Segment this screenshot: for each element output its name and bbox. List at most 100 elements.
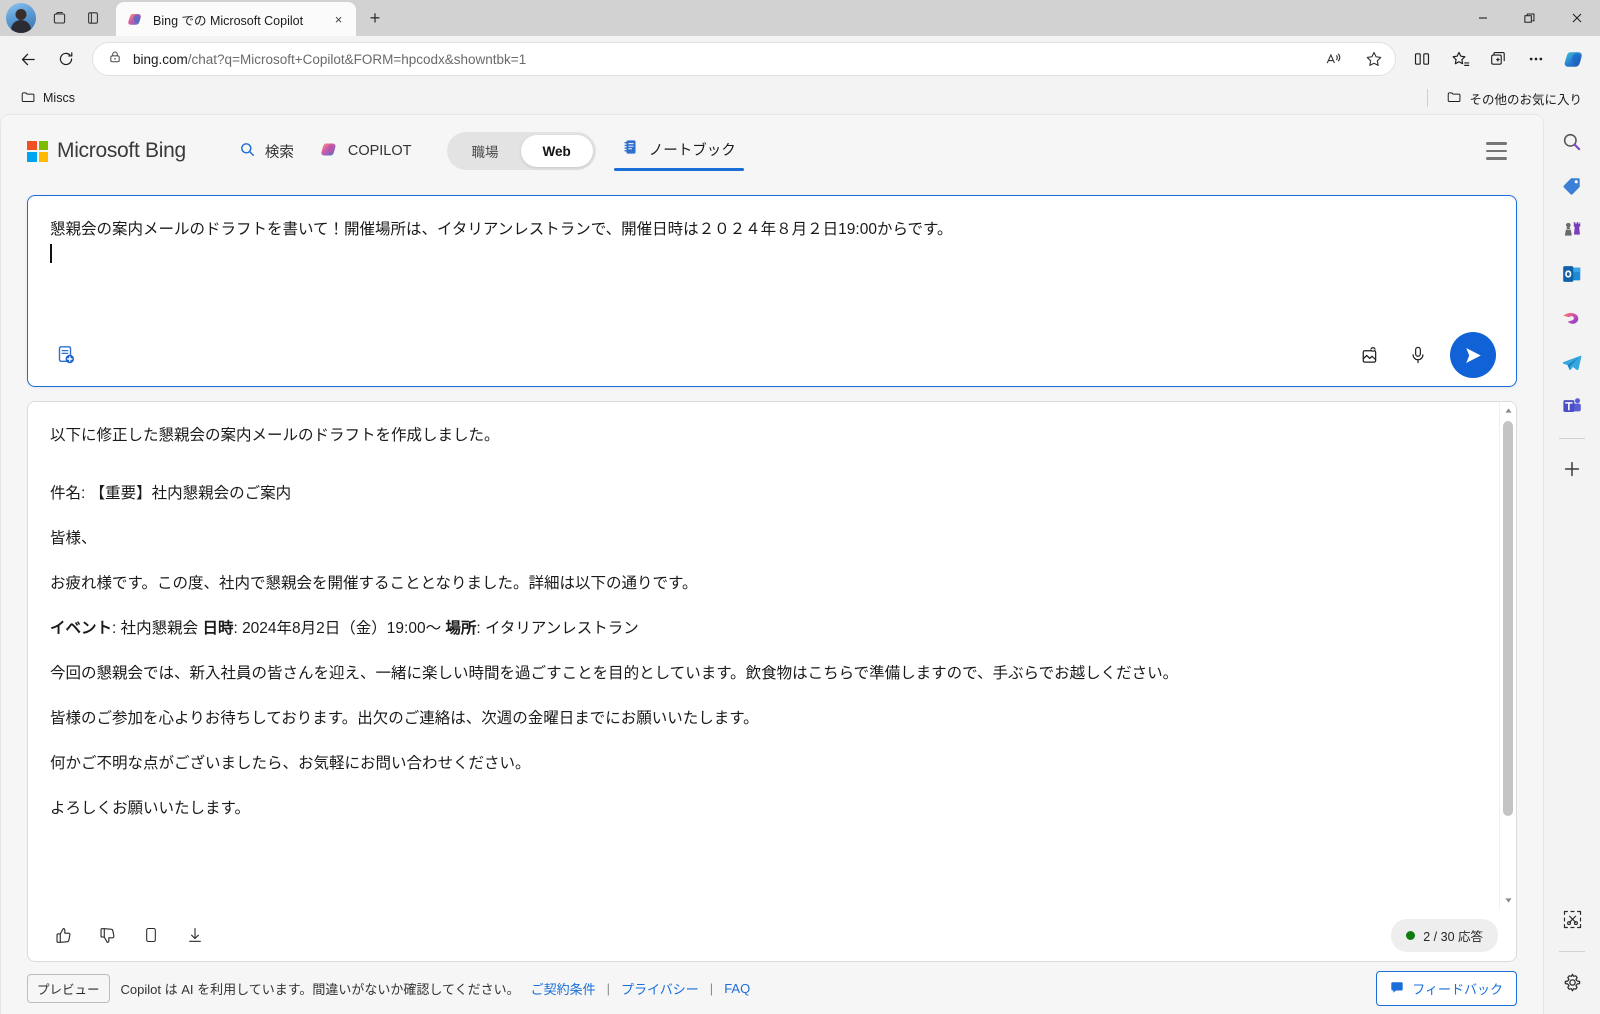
search-icon bbox=[239, 141, 256, 162]
sidebar-add-icon[interactable] bbox=[1552, 449, 1592, 489]
footer-separator: | bbox=[709, 980, 714, 996]
bookmark-item-miscs[interactable]: Miscs bbox=[12, 85, 83, 112]
send-button[interactable] bbox=[1450, 332, 1496, 378]
response-paragraph: 今回の懇親会では、新入社員の皆さんを迎え、一緒に楽しい時間を過ごすことを目的とし… bbox=[50, 665, 1179, 683]
tab-actions-icon[interactable] bbox=[76, 3, 110, 33]
response-paragraph: 件名: 【重要】社内懇親会のご案内 bbox=[50, 485, 292, 503]
maximize-restore-button[interactable] bbox=[1506, 0, 1553, 36]
back-button[interactable] bbox=[10, 43, 46, 75]
feedback-button[interactable]: フィードバック bbox=[1376, 970, 1517, 1006]
work-web-toggle[interactable]: 職場 Web bbox=[446, 132, 596, 170]
scrollbar-down-arrow-icon[interactable] bbox=[1500, 892, 1517, 909]
nav-item-search[interactable]: 検索 bbox=[226, 132, 307, 171]
scrollbar-up-arrow-icon[interactable] bbox=[1500, 402, 1517, 419]
add-to-notebook-icon[interactable] bbox=[50, 339, 82, 371]
notebook-icon bbox=[622, 138, 640, 160]
nav-label-search: 検索 bbox=[264, 144, 294, 161]
sidebar-screenshot-icon[interactable] bbox=[1552, 899, 1592, 939]
datetime-value: : 2024年8月2日（金）19:00〜 bbox=[233, 620, 446, 638]
page-footer: プレビュー Copilot は AI を利用しています。間違いがないか確認してく… bbox=[1, 962, 1543, 1014]
add-favorite-icon[interactable] bbox=[1359, 45, 1389, 73]
window-controls bbox=[1459, 0, 1600, 36]
response-paragraph: 皆様、 bbox=[50, 530, 97, 548]
close-window-button[interactable] bbox=[1553, 0, 1600, 36]
add-image-icon[interactable] bbox=[1354, 339, 1386, 371]
workspaces-icon[interactable] bbox=[42, 3, 76, 33]
microsoft-squares-icon bbox=[27, 140, 48, 162]
chat-container: 懇親会の案内メールのドラフトを書いて！開催場所は、イタリアンレストランで、開催日… bbox=[1, 187, 1543, 1014]
copilot-toolbar-icon[interactable] bbox=[1556, 43, 1592, 75]
sidebar-divider bbox=[1559, 438, 1585, 439]
copilot-icon bbox=[320, 140, 339, 163]
download-icon[interactable] bbox=[180, 920, 210, 950]
sidebar-bottom-divider bbox=[1559, 951, 1585, 952]
place-value: : イタリアンレストラン bbox=[476, 620, 639, 638]
bookmarks-divider bbox=[1427, 89, 1429, 107]
bing-header: Microsoft Bing 検索 COPILOT 職場 Web ノートブック bbox=[1, 115, 1543, 187]
response-scrollbar[interactable] bbox=[1499, 402, 1516, 909]
address-bar[interactable]: bing.com/chat?q=Microsoft+Copilot&FORM=h… bbox=[92, 42, 1396, 76]
scrollbar-thumb[interactable] bbox=[1502, 421, 1513, 816]
response-paragraph: 皆様のご参加を心よりお待ちしております。出欠のご連絡は、次週の金曜日までにお願い… bbox=[50, 710, 759, 728]
bing-logo[interactable]: Microsoft Bing bbox=[27, 139, 186, 163]
tab-label-notebook: ノートブック bbox=[648, 142, 736, 159]
browser-toolbar: bing.com/chat?q=Microsoft+Copilot&FORM=h… bbox=[0, 36, 1600, 82]
profile-avatar[interactable] bbox=[6, 3, 36, 33]
sidebar-search-icon[interactable] bbox=[1552, 122, 1592, 162]
more-settings-icon[interactable] bbox=[1518, 43, 1554, 75]
bookmark-label: Miscs bbox=[43, 91, 75, 105]
sidebar-telegram-icon[interactable] bbox=[1552, 342, 1592, 382]
nav-item-copilot[interactable]: COPILOT bbox=[307, 131, 425, 172]
hamburger-menu-icon[interactable] bbox=[1479, 134, 1513, 168]
privacy-link[interactable]: プライバシー bbox=[621, 979, 699, 998]
datetime-label: 日時 bbox=[202, 620, 234, 638]
feedback-icon bbox=[1390, 980, 1404, 997]
response-paragraph: 以下に修正した懇親会の案内メールのドラフトを作成しました。 bbox=[50, 427, 500, 444]
place-label: 場所 bbox=[445, 620, 477, 638]
feedback-label: フィードバック bbox=[1412, 981, 1503, 997]
other-favorites-button[interactable]: その他のお気に入り bbox=[1438, 85, 1590, 112]
browser-tab[interactable]: Bing での Microsoft Copilot × bbox=[116, 2, 356, 36]
minimize-button[interactable] bbox=[1459, 0, 1506, 36]
bing-logo-text: Microsoft Bing bbox=[57, 139, 186, 162]
sidebar-teams-icon[interactable] bbox=[1552, 386, 1592, 426]
sidebar-games-icon[interactable] bbox=[1552, 210, 1592, 250]
terms-link[interactable]: ご契約条件 bbox=[531, 979, 596, 998]
sidebar-designer-icon[interactable] bbox=[1552, 298, 1592, 338]
sidebar-shopping-tag-icon[interactable] bbox=[1552, 166, 1592, 206]
composer[interactable]: 懇親会の案内メールのドラフトを書いて！開催場所は、イタリアンレストランで、開催日… bbox=[27, 195, 1517, 387]
microphone-icon[interactable] bbox=[1402, 339, 1434, 371]
response-paragraph: お疲れ様です。この度、社内で懇親会を開催することとなりました。詳細は以下の通りで… bbox=[50, 575, 698, 593]
read-aloud-icon[interactable] bbox=[1319, 45, 1349, 73]
sidebar-outlook-icon[interactable] bbox=[1552, 254, 1592, 294]
collections-icon[interactable] bbox=[1480, 43, 1516, 75]
url-host: bing.com bbox=[133, 51, 188, 67]
favorites-icon[interactable] bbox=[1442, 43, 1478, 75]
tab-close-icon[interactable]: × bbox=[329, 10, 348, 29]
page-area: Microsoft Bing 検索 COPILOT 職場 Web ノートブック … bbox=[0, 114, 1600, 1014]
response-paragraph: よろしくお願いいたします。 bbox=[50, 800, 250, 818]
dislike-icon[interactable] bbox=[92, 920, 122, 950]
site-info-lock-icon[interactable] bbox=[107, 49, 123, 70]
split-screen-icon[interactable] bbox=[1404, 43, 1440, 75]
scrollbar-track[interactable] bbox=[1500, 419, 1517, 892]
composer-textarea[interactable]: 懇親会の案内メールのドラフトを書いて！開催場所は、イタリアンレストランで、開催日… bbox=[28, 196, 1516, 324]
tab-notebook[interactable]: ノートブック bbox=[610, 129, 748, 173]
sidebar-settings-gear-icon[interactable] bbox=[1552, 962, 1592, 1002]
like-icon[interactable] bbox=[48, 920, 78, 950]
url-path: /chat?q=Microsoft+Copilot&FORM=hpcodx&sh… bbox=[187, 51, 527, 67]
toggle-option-web[interactable]: Web bbox=[520, 135, 593, 167]
browser-window: Bing での Microsoft Copilot × + bing.com/c… bbox=[0, 0, 1600, 1014]
composer-toolbar bbox=[28, 324, 1516, 386]
preview-badge: プレビュー bbox=[27, 973, 110, 1003]
status-dot-icon bbox=[1406, 930, 1416, 940]
response-counter-label: 2 / 30 応答 bbox=[1423, 929, 1483, 944]
faq-link[interactable]: FAQ bbox=[724, 981, 750, 996]
refresh-button[interactable] bbox=[48, 43, 84, 75]
other-favorites-folder-icon bbox=[1446, 89, 1462, 108]
copy-icon[interactable] bbox=[136, 920, 166, 950]
toggle-option-work[interactable]: 職場 bbox=[450, 135, 521, 167]
event-value: : 社内懇親会 bbox=[112, 620, 203, 638]
response-paragraph: 何かご不明な点がございましたら、お気軽にお問い合わせください。 bbox=[50, 755, 531, 773]
new-tab-button[interactable]: + bbox=[360, 3, 390, 33]
